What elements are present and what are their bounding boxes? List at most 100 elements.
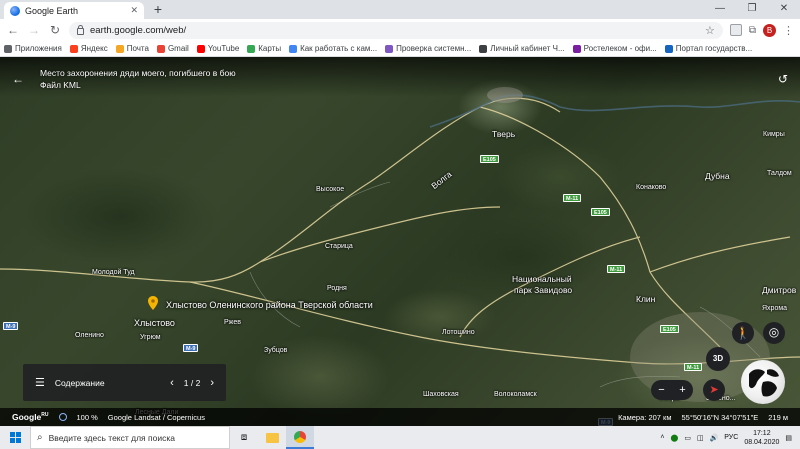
bookmark-item[interactable]: Портал государств... [664, 44, 753, 53]
chevron-left-icon[interactable]: ‹ [170, 377, 174, 389]
back-arrow-icon[interactable]: ← [12, 72, 24, 86]
minimize-button[interactable]: — [704, 0, 736, 19]
lock-icon[interactable] [77, 24, 84, 35]
volume-icon[interactable]: 🔊 [710, 434, 719, 442]
notifications-icon[interactable]: ▤ [785, 434, 792, 442]
search-icon: ⌕ [37, 432, 43, 443]
placemark-label[interactable]: Хлыстово Оленинского района Тверской обл… [166, 300, 373, 310]
maximize-button[interactable]: ❐ [736, 0, 768, 19]
extensions-puzzle-icon[interactable]: ⧉ [749, 25, 756, 36]
earth-status-bar: GoogleRU 100 % Google Landsat / Copernic… [0, 408, 800, 426]
bookmark-item[interactable]: Ростелеком - офи... [572, 44, 657, 53]
map-place-label[interactable]: Волоколамск [494, 391, 537, 398]
map-place-label[interactable]: Высокое [316, 186, 344, 193]
bookmark-item[interactable]: Приложения [4, 44, 62, 53]
shield-icon[interactable]: ⬤ [670, 434, 678, 442]
system-tray: ˄ ⬤ ▭ ◫ 🔊 РУС 17:12 08.04.2020 ▤ [660, 429, 800, 447]
bookmark-item[interactable]: Личный кабинет Ч... [479, 44, 565, 53]
bookmark-favicon-icon [196, 44, 205, 53]
camera-altitude: Камера: 207 км [618, 412, 672, 422]
zoom-in-button[interactable]: + [679, 384, 685, 396]
list-icon[interactable]: ☰ [35, 376, 45, 389]
zoom-out-button[interactable]: − [658, 384, 664, 396]
bookmark-label: Gmail [167, 44, 189, 53]
close-window-button[interactable]: ✕ [768, 0, 800, 19]
placemark-pin-icon[interactable] [148, 296, 158, 310]
bookmark-label: Личный кабинет Ч... [490, 44, 565, 53]
profile-avatar[interactable]: В [763, 23, 776, 37]
map-place-label[interactable]: Родня [327, 285, 347, 292]
extension-icon[interactable] [729, 24, 742, 36]
chevron-up-icon[interactable]: ˄ [660, 434, 664, 441]
map-place-label[interactable]: Оленино [75, 332, 104, 339]
task-view-icon[interactable]: ⧈ [230, 426, 258, 449]
map-place-label[interactable]: Талдом [767, 170, 792, 177]
bookmark-item[interactable]: Как работать с кам... [289, 44, 377, 53]
compass-icon[interactable]: ➤ [703, 379, 725, 401]
search-placeholder[interactable]: Введите здесь текст для поиска [49, 433, 175, 443]
browser-tab[interactable]: Google Earth ✕ [4, 2, 144, 19]
windows-taskbar: ⌕ Введите здесь текст для поиска ⧈ ˄ ⬤ ▭… [0, 426, 800, 449]
map-place-label[interactable]: Тверь [492, 129, 515, 139]
bookmark-item[interactable]: Проверка системн... [385, 44, 471, 53]
bookmark-label: YouTube [207, 44, 240, 53]
map-place-label[interactable]: парк Завидово [514, 285, 572, 295]
road-shield: E105 [480, 155, 499, 163]
address-bar[interactable]: earth.google.com/web/ ☆ [69, 21, 723, 39]
road-shield: E105 [591, 208, 610, 216]
map-place-label[interactable]: Ржев [224, 319, 241, 326]
map-place-label[interactable]: Конаково [636, 184, 666, 191]
map-place-label[interactable]: Дмитров [762, 285, 796, 295]
new-tab-button[interactable]: + [150, 2, 166, 17]
network-icon[interactable]: ◫ [697, 434, 704, 442]
bookmark-label: Портал государств... [675, 44, 753, 53]
forward-arrow-icon[interactable]: → [27, 23, 41, 37]
attribution[interactable]: Google Landsat / Copernicus [108, 413, 205, 422]
input-language[interactable]: РУС [724, 434, 738, 441]
battery-icon[interactable]: ▭ [684, 434, 691, 442]
map-place-label[interactable]: Молодой Туд [92, 269, 135, 276]
bookmark-item[interactable]: Gmail [156, 44, 189, 53]
bookmark-favicon-icon [385, 44, 394, 53]
bookmark-favicon-icon [664, 44, 673, 53]
star-icon[interactable]: ☆ [705, 24, 715, 37]
map-place-label[interactable]: Национальный [512, 274, 572, 284]
bookmark-favicon-icon [4, 44, 12, 53]
kml-subtitle: Файл KML [40, 80, 81, 90]
zoom-ring-icon [58, 413, 67, 421]
my-location-icon[interactable]: ◎ [763, 322, 785, 344]
bookmark-item[interactable]: Почта [115, 44, 149, 53]
map-place-label[interactable]: Яхрома [762, 305, 787, 312]
taskbar-search[interactable]: ⌕ Введите здесь текст для поиска [30, 426, 230, 449]
file-explorer-icon[interactable] [258, 426, 286, 449]
contents-panel[interactable]: ☰ Содержание ‹ 1 / 2 › [23, 364, 226, 401]
3d-toggle-button[interactable]: 3D [706, 347, 730, 371]
bookmark-favicon-icon [156, 44, 165, 53]
url-text[interactable]: earth.google.com/web/ [90, 25, 699, 36]
close-tab-icon[interactable]: ✕ [130, 5, 138, 16]
map-place-label[interactable]: Угрюм [140, 334, 161, 341]
map-place-label[interactable]: Лотошино [442, 329, 475, 336]
menu-kebab-icon[interactable]: ⋮ [783, 24, 794, 37]
start-button[interactable] [0, 426, 30, 449]
map-place-label[interactable]: Шаховская [423, 391, 459, 398]
placemark-short-label[interactable]: Хлыстово [134, 318, 175, 328]
globe-icon [749, 369, 779, 397]
pegman-icon[interactable]: 🚶 [732, 322, 754, 344]
reload-icon[interactable]: ↻ [48, 23, 62, 37]
globe-thumbnail[interactable] [741, 360, 785, 404]
bookmark-item[interactable]: Яндекс [69, 44, 108, 53]
map-place-label[interactable]: Дубна [705, 171, 730, 181]
bookmark-item[interactable]: YouTube [196, 44, 240, 53]
map-place-label[interactable]: Кимры [763, 131, 785, 138]
chrome-taskbar-icon[interactable] [286, 426, 314, 449]
reset-view-icon[interactable]: ↺ [778, 72, 788, 86]
map-place-label[interactable]: Старица [325, 243, 353, 250]
back-arrow-icon[interactable]: ← [6, 23, 20, 37]
map-place-label[interactable]: Клин [636, 294, 655, 304]
bookmark-item[interactable]: Карты [247, 44, 281, 53]
chevron-right-icon[interactable]: › [210, 377, 214, 389]
google-earth-tab-icon [10, 5, 20, 16]
map-place-label[interactable]: Зубцов [264, 347, 287, 354]
clock[interactable]: 17:12 08.04.2020 [744, 429, 779, 447]
